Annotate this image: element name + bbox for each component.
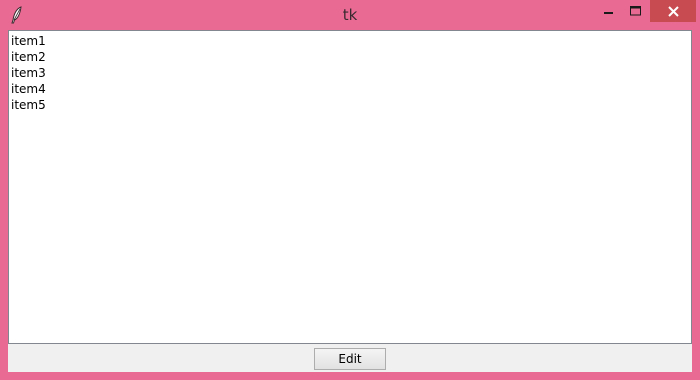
minimize-icon (604, 12, 613, 14)
minimize-button[interactable] (596, 0, 622, 22)
edit-button[interactable]: Edit (314, 348, 386, 370)
maximize-button[interactable] (622, 0, 648, 22)
list-item[interactable]: item3 (10, 65, 690, 81)
list-item[interactable]: item4 (10, 81, 690, 97)
window-content: item1 item2 item3 item4 item5 Edit (8, 30, 692, 372)
title-bar[interactable]: tk (0, 0, 700, 30)
app-window: tk item1 item2 item3 item4 item5 Edit (0, 0, 700, 380)
item-listbox[interactable]: item1 item2 item3 item4 item5 (8, 30, 692, 344)
maximize-icon (629, 6, 641, 16)
list-item[interactable]: item5 (10, 97, 690, 113)
button-bar: Edit (8, 344, 692, 372)
close-button[interactable] (650, 0, 696, 22)
list-item[interactable]: item1 (10, 33, 690, 49)
window-title: tk (342, 6, 358, 24)
list-item[interactable]: item2 (10, 49, 690, 65)
close-icon (667, 5, 679, 17)
